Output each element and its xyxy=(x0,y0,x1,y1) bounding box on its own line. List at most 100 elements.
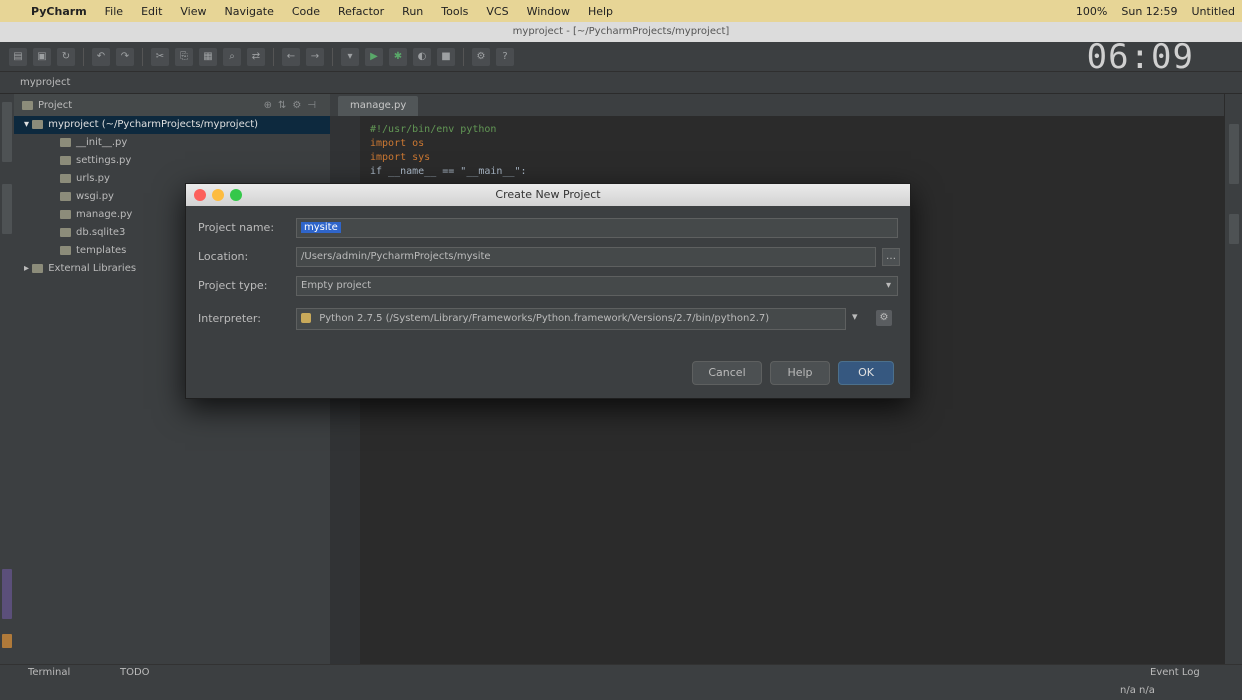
code-line: import sys xyxy=(370,152,431,163)
terminal-tool-tab[interactable]: Terminal xyxy=(28,667,70,678)
cut-icon[interactable]: ✂ xyxy=(151,47,169,66)
forward-icon[interactable]: → xyxy=(306,47,324,66)
menu-code[interactable]: Code xyxy=(283,5,329,18)
cursor-position: n/a n/a xyxy=(1120,685,1155,696)
save-icon[interactable]: ▣ xyxy=(33,47,51,66)
tree-item-label: settings.py xyxy=(76,155,132,166)
project-name-value: mysite xyxy=(301,222,341,233)
browse-folder-icon[interactable]: … xyxy=(882,248,900,266)
ok-button[interactable]: OK xyxy=(838,361,894,385)
project-type-label: Project type: xyxy=(198,279,268,292)
interpreter-value: Python 2.7.5 (/System/Library/Frameworks… xyxy=(319,313,770,324)
minimize-window-icon[interactable] xyxy=(212,189,224,201)
undo-icon[interactable]: ↶ xyxy=(92,47,110,66)
stop-icon[interactable]: ■ xyxy=(437,47,455,66)
cancel-button[interactable]: Cancel xyxy=(692,361,762,385)
run-icon[interactable]: ▶ xyxy=(365,47,383,66)
python-icon xyxy=(301,313,311,323)
menu-extra[interactable]: Untitled xyxy=(1184,5,1242,18)
menu-run[interactable]: Run xyxy=(393,5,432,18)
interpreter-select[interactable]: Python 2.7.5 (/System/Library/Frameworks… xyxy=(296,308,846,330)
macos-menu-bar: PyCharm File Edit View Navigate Code Ref… xyxy=(0,0,1242,22)
menu-tools[interactable]: Tools xyxy=(432,5,477,18)
menu-help[interactable]: Help xyxy=(579,5,622,18)
panel-actions-icon[interactable]: ⊕⇅⚙⊣ xyxy=(264,100,322,111)
location-input[interactable]: /Users/admin/PycharmProjects/mysite xyxy=(296,247,876,267)
right-tool-strip xyxy=(1224,94,1242,664)
debug-icon[interactable]: ✱ xyxy=(389,47,407,66)
file-icon xyxy=(60,155,71,165)
interpreter-settings-icon[interactable]: ⚙ xyxy=(876,310,892,326)
tree-item-label: wsgi.py xyxy=(76,191,114,202)
menu-navigate[interactable]: Navigate xyxy=(216,5,283,18)
toolbar-divider xyxy=(273,47,274,66)
folder-icon xyxy=(22,100,33,110)
menu-file[interactable]: File xyxy=(96,5,132,18)
folder-icon xyxy=(32,119,44,129)
chevron-down-icon[interactable]: ▾ xyxy=(852,310,858,323)
menu-vcs[interactable]: VCS xyxy=(477,5,517,18)
interpreter-label: Interpreter: xyxy=(198,312,261,325)
toolbar-divider xyxy=(332,47,333,66)
help-button[interactable]: Help xyxy=(770,361,830,385)
code-line: if __name__ == "__main__": xyxy=(370,166,527,177)
window-title: myproject - [~/PycharmProjects/myproject… xyxy=(0,22,1242,42)
find-icon[interactable]: ⌕ xyxy=(223,47,241,66)
code-line: #!/usr/bin/env python xyxy=(370,124,497,135)
run-config-icon[interactable]: ▾ xyxy=(341,47,359,66)
paste-icon[interactable]: ▦ xyxy=(199,47,217,66)
expand-arrow-icon[interactable]: ▾ xyxy=(24,119,32,130)
recording-clock: 06:09 xyxy=(1086,37,1194,77)
zoom-window-icon[interactable] xyxy=(230,189,242,201)
menu-refactor[interactable]: Refactor xyxy=(329,5,393,18)
tree-item[interactable]: __init__.py xyxy=(14,134,330,152)
menu-pycharm[interactable]: PyCharm xyxy=(22,5,96,18)
breadcrumb-project[interactable]: myproject xyxy=(20,77,70,88)
chevron-down-icon: ▾ xyxy=(885,280,891,291)
todo-tool-button[interactable]: TODO xyxy=(120,667,150,678)
code-line: import os xyxy=(370,138,425,149)
redo-icon[interactable]: ↷ xyxy=(116,47,134,66)
remote-host-tool-tab[interactable] xyxy=(1229,214,1239,244)
tree-item[interactable]: settings.py xyxy=(14,152,330,170)
tree-item-label: templates xyxy=(76,245,127,256)
sync-icon[interactable]: ↻ xyxy=(57,47,75,66)
project-panel-title[interactable]: Project xyxy=(38,100,72,111)
favorites-tool-tab[interactable] xyxy=(2,569,12,619)
close-window-icon[interactable] xyxy=(194,189,206,201)
battery-status[interactable]: 100% xyxy=(1069,5,1114,18)
project-type-value: Empty project xyxy=(301,280,372,291)
replace-icon[interactable]: ⇄ xyxy=(247,47,265,66)
status-bar: Terminal TODO Event Log n/a n/a xyxy=(0,664,1242,700)
toolbar-divider xyxy=(83,47,84,66)
database-tool-tab[interactable] xyxy=(1229,124,1239,184)
event-log-button[interactable]: Event Log xyxy=(1150,667,1200,678)
project-tool-tab[interactable] xyxy=(2,102,12,162)
expand-arrow-icon[interactable]: ▸ xyxy=(24,263,32,274)
structure-tool-tab[interactable] xyxy=(2,184,12,234)
settings-icon[interactable]: ⚙ xyxy=(472,47,490,66)
menu-edit[interactable]: Edit xyxy=(132,5,171,18)
tree-root[interactable]: ▾ myproject (~/PycharmProjects/myproject… xyxy=(14,116,330,134)
menu-window[interactable]: Window xyxy=(518,5,579,18)
project-type-select[interactable]: Empty project ▾ xyxy=(296,276,898,296)
open-icon[interactable]: ▤ xyxy=(9,47,27,66)
file-icon xyxy=(60,227,71,237)
dialog-title-bar: Create New Project xyxy=(186,184,910,206)
todo-tool-tab[interactable] xyxy=(2,634,12,648)
editor-tab[interactable]: manage.py xyxy=(338,96,419,116)
tree-item-label: manage.py xyxy=(76,209,133,220)
back-icon[interactable]: ← xyxy=(282,47,300,66)
help-icon[interactable]: ? xyxy=(496,47,514,66)
menu-clock[interactable]: Sun 12:59 xyxy=(1114,5,1184,18)
create-project-dialog: Create New Project Project name: mysite … xyxy=(185,183,911,399)
copy-icon[interactable]: ⎘ xyxy=(175,47,193,66)
menu-view[interactable]: View xyxy=(171,5,215,18)
tree-item-label: External Libraries xyxy=(48,263,137,274)
project-name-input[interactable]: mysite xyxy=(296,218,898,238)
tree-root-label: myproject (~/PycharmProjects/myproject) xyxy=(48,119,259,130)
file-icon xyxy=(60,191,71,201)
toolbar-divider xyxy=(463,47,464,66)
coverage-icon[interactable]: ◐ xyxy=(413,47,431,66)
dialog-title: Create New Project xyxy=(495,188,601,201)
